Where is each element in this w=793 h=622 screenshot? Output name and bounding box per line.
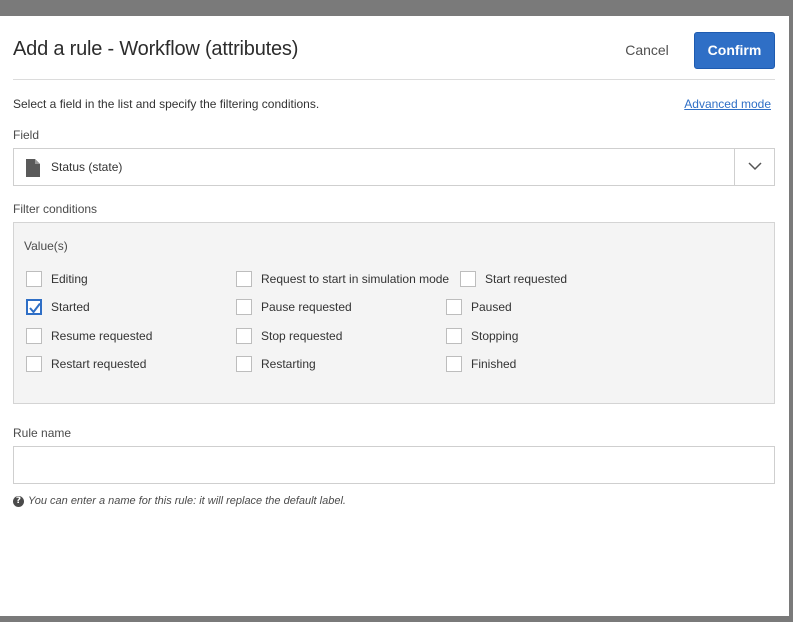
option-stopping[interactable]: Stopping [446,326,518,346]
checkbox[interactable] [236,356,252,372]
checkbox[interactable] [26,328,42,344]
checkbox[interactable] [446,328,462,344]
option-stop-requested[interactable]: Stop requested [236,326,342,346]
rule-name-help: ? You can enter a name for this rule: it… [13,495,346,507]
option-request-start-simulation[interactable]: Request to start in simulation mode [236,269,449,289]
option-restarting[interactable]: Restarting [236,354,316,374]
filter-conditions-panel: Value(s) Editing Request to start in sim… [13,222,775,404]
add-rule-dialog: Add a rule - Workflow (attributes) Cance… [0,16,789,616]
advanced-mode-link[interactable]: Advanced mode [684,97,771,111]
option-finished[interactable]: Finished [446,354,516,374]
rule-name-label: Rule name [13,426,72,440]
field-label: Field [13,128,40,142]
intro-text: Select a field in the list and specify t… [13,97,320,111]
checkbox[interactable] [446,356,462,372]
option-editing[interactable]: Editing [26,269,88,289]
option-started[interactable]: Started [26,297,90,317]
confirm-button[interactable]: Confirm [694,32,775,69]
help-text: You can enter a name for this rule: it w… [28,495,346,507]
document-icon [26,159,40,177]
field-dropdown-button[interactable] [734,149,774,185]
cancel-button[interactable]: Cancel [612,39,682,61]
checkbox-checked[interactable] [26,299,42,315]
field-select[interactable]: Status (state) [13,148,775,186]
option-pause-requested[interactable]: Pause requested [236,297,352,317]
dialog-title: Add a rule - Workflow (attributes) [13,38,299,60]
rule-name-input[interactable] [13,446,775,484]
checkbox[interactable] [26,271,42,287]
checkbox[interactable] [460,271,476,287]
checkmark-icon [29,302,41,314]
checkbox[interactable] [26,356,42,372]
option-resume-requested[interactable]: Resume requested [26,326,152,346]
question-circle-icon: ? [13,495,24,507]
filter-conditions-label: Filter conditions [13,202,98,216]
header-divider [13,79,775,80]
field-value: Status (state) [51,160,123,174]
option-restart-requested[interactable]: Restart requested [26,354,146,374]
chevron-down-icon [748,162,762,171]
checkbox[interactable] [236,299,252,315]
option-start-requested[interactable]: Start requested [460,269,567,289]
option-paused[interactable]: Paused [446,297,512,317]
checkbox[interactable] [446,299,462,315]
checkbox[interactable] [236,271,252,287]
checkbox[interactable] [236,328,252,344]
values-label: Value(s) [24,239,68,253]
